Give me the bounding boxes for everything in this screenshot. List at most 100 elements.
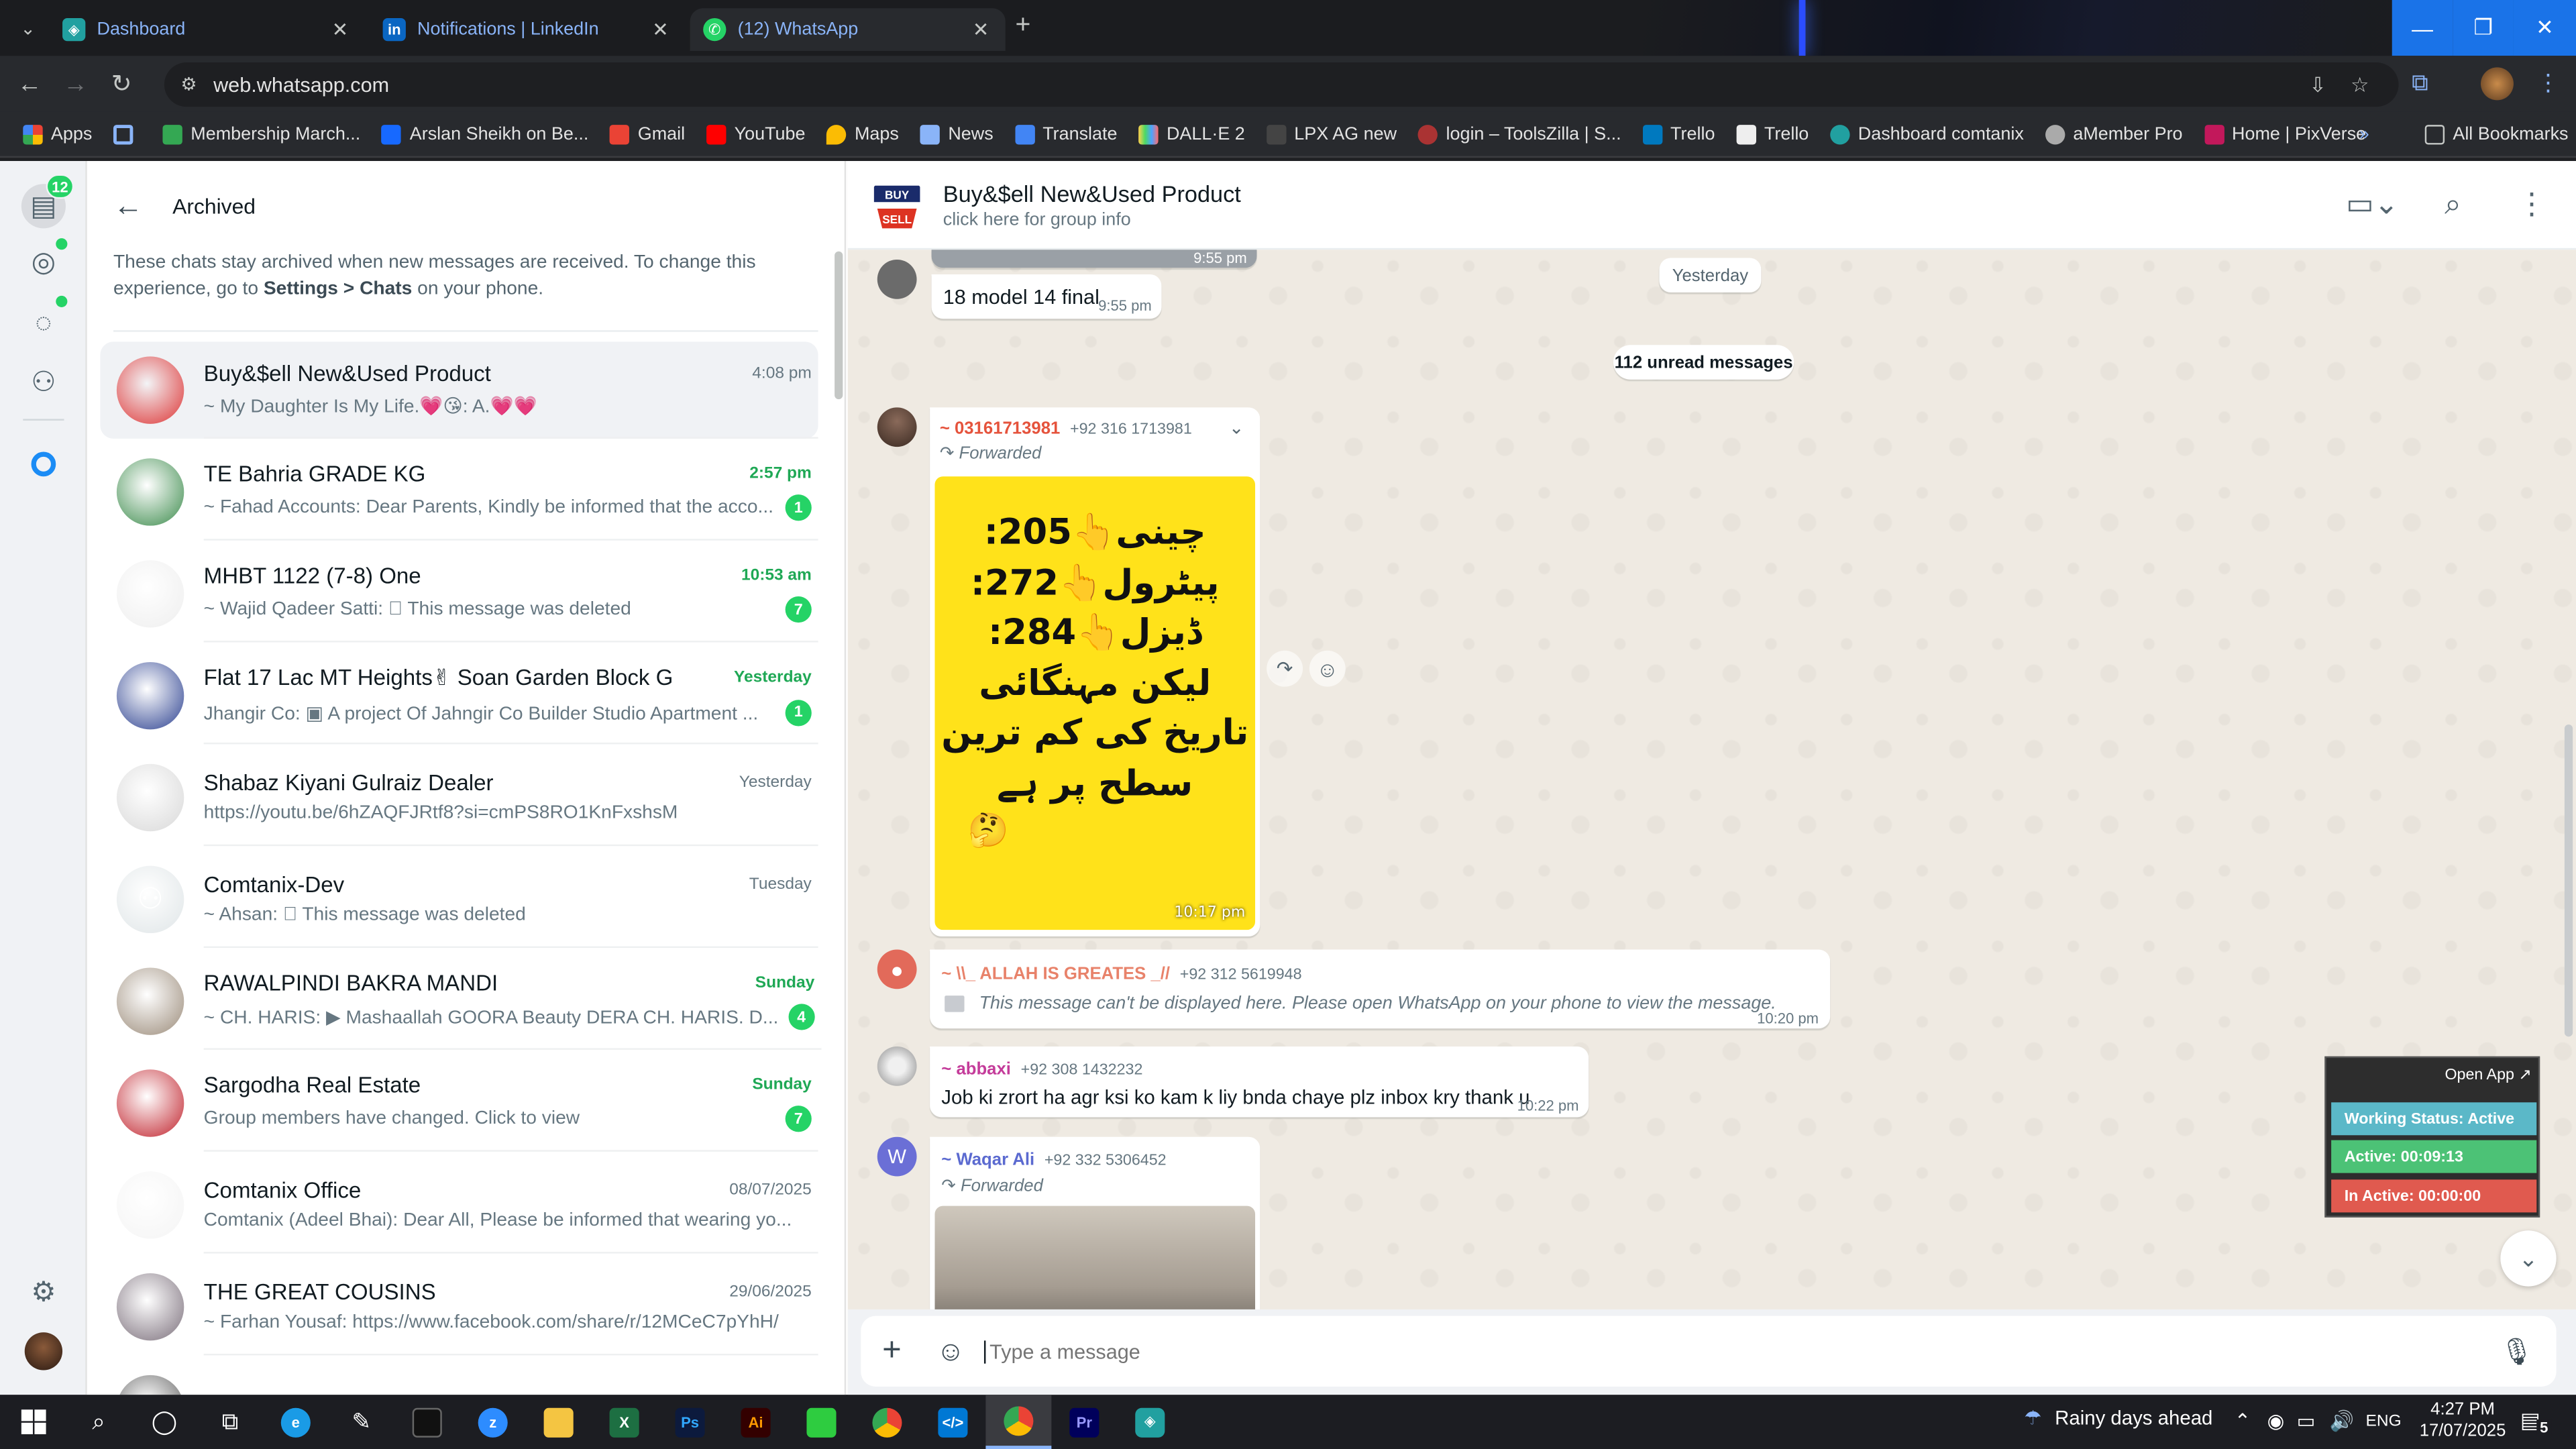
pen-tool-icon[interactable]: ✎ xyxy=(329,1395,394,1449)
more-bookmarks-icon[interactable]: » xyxy=(2359,124,2369,144)
cortana-icon[interactable]: ◯ xyxy=(131,1395,197,1449)
vscode-icon[interactable]: </> xyxy=(920,1395,985,1449)
sender-avatar[interactable] xyxy=(877,407,917,447)
all-bookmarks-button[interactable]: All Bookmarks xyxy=(2424,123,2569,144)
scroll-to-bottom-button[interactable]: ⌄ xyxy=(2500,1230,2557,1287)
channels-icon[interactable]: ◌ xyxy=(23,303,64,343)
tab-linkedin[interactable]: in Notifications | LinkedIn ✕ xyxy=(370,8,685,51)
bookmark-dashboard-comtanix[interactable]: Dashboard comtanix xyxy=(1830,123,2024,144)
sender-name[interactable]: ~ \\_ ALLAH IS GREATES _// xyxy=(941,965,1170,984)
minimize-button[interactable]: — xyxy=(2392,0,2453,56)
bookmark-grid[interactable] xyxy=(113,123,142,144)
chat-avatar[interactable] xyxy=(116,1273,184,1341)
chat-avatar[interactable] xyxy=(116,763,184,832)
extensions-icon[interactable]: ⧉ xyxy=(2412,69,2428,97)
chrome-active-icon[interactable] xyxy=(985,1395,1052,1449)
menu-dots-icon[interactable]: ⋮ xyxy=(2517,187,2546,221)
urdu-price-image[interactable]: چینی👆205: پیٹرول👆272: ڈیزل👆284: لیکن مہن… xyxy=(934,476,1256,930)
bookmark-membership[interactable]: Membership March... xyxy=(162,123,360,144)
video-call-icon[interactable]: ▭⌄ xyxy=(2346,187,2399,221)
site-info-icon[interactable]: ⚙ xyxy=(180,74,197,95)
teal-app-icon[interactable]: ◈ xyxy=(1117,1395,1183,1449)
forward-message-button[interactable]: ↷ xyxy=(1267,650,1303,687)
profile-avatar[interactable] xyxy=(2480,67,2514,101)
close-tab-icon[interactable]: ✕ xyxy=(329,18,352,41)
bookmark-news[interactable]: News xyxy=(920,123,994,144)
search-icon[interactable]: ⌕ xyxy=(2445,187,2461,221)
chat-avatar[interactable] xyxy=(116,560,184,628)
open-app-link[interactable]: Open App ↗ xyxy=(2445,1066,2531,1084)
premiere-icon[interactable]: Pr xyxy=(1051,1395,1117,1449)
conversation-header[interactable]: BUY SELL Buy&$ell New&Used Product click … xyxy=(847,161,2576,250)
task-view-icon[interactable]: ⧉ xyxy=(197,1395,263,1449)
sticker-emoji-icon[interactable]: ☺ xyxy=(936,1335,965,1368)
image-message[interactable]: ~ Waqar Ali +92 332 5306452 ↷ Forwarded xyxy=(930,1136,1260,1318)
chat-list-item[interactable]: Sargodha Real Estate Sunday Group members … xyxy=(100,1055,818,1152)
unsupported-message[interactable]: ~ \\_ ALLAH IS GREATES _// +92 312 56199… xyxy=(930,949,1831,1029)
bookmark-star-icon[interactable]: ☆ xyxy=(2351,72,2369,97)
bookmark-dalle[interactable]: DALL·E 2 xyxy=(1138,123,1245,144)
forward-button[interactable]: → xyxy=(52,61,99,107)
attach-plus-icon[interactable]: + xyxy=(882,1332,915,1370)
conversation-scrollbar[interactable] xyxy=(2564,724,2573,1037)
photo-thumbnail[interactable] xyxy=(934,1205,1256,1318)
chat-list-item[interactable]: Comtanix Office 08/07/2025 Comtanix (Adeel… xyxy=(100,1157,818,1254)
chat-list-item[interactable]: Shabaz Kiyani Gulraiz Dealer Yesterday htt… xyxy=(100,749,818,847)
bookmark-pixverse[interactable]: Home | PixVerse xyxy=(2204,123,2366,144)
zoom-icon[interactable]: z xyxy=(460,1395,526,1449)
chat-list-item[interactable]: Buy&$ell New&Used Product 4:08 pm ~ My Dau… xyxy=(100,341,818,439)
image-message-partial[interactable]: 9:55 pm xyxy=(931,250,1257,268)
bookmark-youtube[interactable]: YouTube xyxy=(706,123,806,144)
clock[interactable]: 4:27 PM 17/07/2025 xyxy=(2418,1400,2507,1443)
meta-ai-icon[interactable] xyxy=(23,443,64,484)
settings-gear-icon[interactable]: ⚙ xyxy=(23,1272,64,1313)
text-message[interactable]: ~ abbaxi +92 308 1432232 Job ki zrort ha… xyxy=(930,1046,1589,1118)
reload-button[interactable]: ↻ xyxy=(99,61,145,107)
address-bar[interactable]: ⚙ web.whatsapp.com ⇩ ☆ xyxy=(164,62,2399,107)
chat-list-item[interactable]: RAWALPINDI BAKRA MANDI Sunday ~ CH. HARIS:… xyxy=(100,953,822,1050)
panel-scrollbar[interactable] xyxy=(835,251,843,400)
green-app-icon[interactable] xyxy=(789,1395,855,1449)
chat-list-item[interactable]: +92 331 665541623/06/2025 xyxy=(100,1360,818,1395)
communities-icon[interactable]: ⚇ xyxy=(23,362,64,402)
chat-avatar[interactable] xyxy=(116,356,184,424)
restore-button[interactable]: ❐ xyxy=(2453,0,2514,56)
illustrator-icon[interactable]: Ai xyxy=(723,1395,789,1449)
profile-avatar[interactable] xyxy=(24,1332,63,1371)
close-tab-icon[interactable]: ✕ xyxy=(969,18,992,41)
back-arrow-icon[interactable]: ← xyxy=(113,188,143,222)
chat-avatar[interactable] xyxy=(116,661,184,730)
bookmark-apps[interactable]: Apps xyxy=(23,123,92,144)
message-input[interactable] xyxy=(984,1340,2500,1363)
chat-avatar[interactable] xyxy=(116,1069,184,1137)
browser-menu-icon[interactable]: ⋮ xyxy=(2536,69,2559,97)
chat-list-item[interactable]: TE Bahria GRADE KG 2:57 pm ~ Fahad Account… xyxy=(100,443,818,541)
sender-name[interactable]: ~ abbaxi xyxy=(941,1060,1011,1079)
close-tab-icon[interactable]: ✕ xyxy=(649,18,672,41)
excel-icon[interactable]: X xyxy=(592,1395,657,1449)
text-message[interactable]: 18 model 14 final 9:55 pm xyxy=(931,274,1162,319)
default-user-avatar[interactable]: ● xyxy=(877,949,917,989)
chat-avatar[interactable]: ⚇ xyxy=(116,865,184,934)
bookmark-behance[interactable]: Arslan Sheikh on Be... xyxy=(382,123,588,144)
install-app-icon[interactable]: ⇩ xyxy=(2309,72,2326,97)
tab-dashboard[interactable]: ◈ Dashboard ✕ xyxy=(49,8,364,51)
language-indicator[interactable]: ENG xyxy=(2366,1413,2402,1431)
chat-list-item[interactable]: THE GREAT COUSINS 29/06/2025 ~ Farhan Yous… xyxy=(100,1258,818,1356)
file-explorer-icon[interactable] xyxy=(526,1395,592,1449)
chat-avatar[interactable] xyxy=(116,1171,184,1239)
bookmark-toolszilla[interactable]: login – ToolsZilla | S... xyxy=(1417,123,1621,144)
image-message[interactable]: ~ 03161713981 +92 316 1713981 ⌄ ↷ Forwar… xyxy=(930,407,1260,936)
chat-avatar[interactable] xyxy=(116,458,184,526)
bookmark-lpx[interactable]: LPX AG new xyxy=(1266,123,1397,144)
back-button[interactable]: ← xyxy=(7,61,53,107)
search-icon[interactable]: ⌕ xyxy=(66,1395,131,1449)
volume-icon[interactable]: 🔊 xyxy=(2330,1409,2355,1432)
sender-avatar[interactable] xyxy=(877,259,917,299)
start-windows-icon[interactable] xyxy=(0,1395,66,1449)
show-hidden-icons-chevron-icon[interactable]: ⌃ xyxy=(2235,1409,2251,1432)
message-options-chevron-icon[interactable]: ⌄ xyxy=(1229,417,1244,438)
terminal-icon[interactable] xyxy=(394,1395,460,1449)
chat-list-item[interactable]: MHBT 1122 (7-8) One 10:53 am ~ Wajid Qadee… xyxy=(100,545,818,643)
bookmark-trello-1[interactable]: Trello xyxy=(1642,123,1715,144)
